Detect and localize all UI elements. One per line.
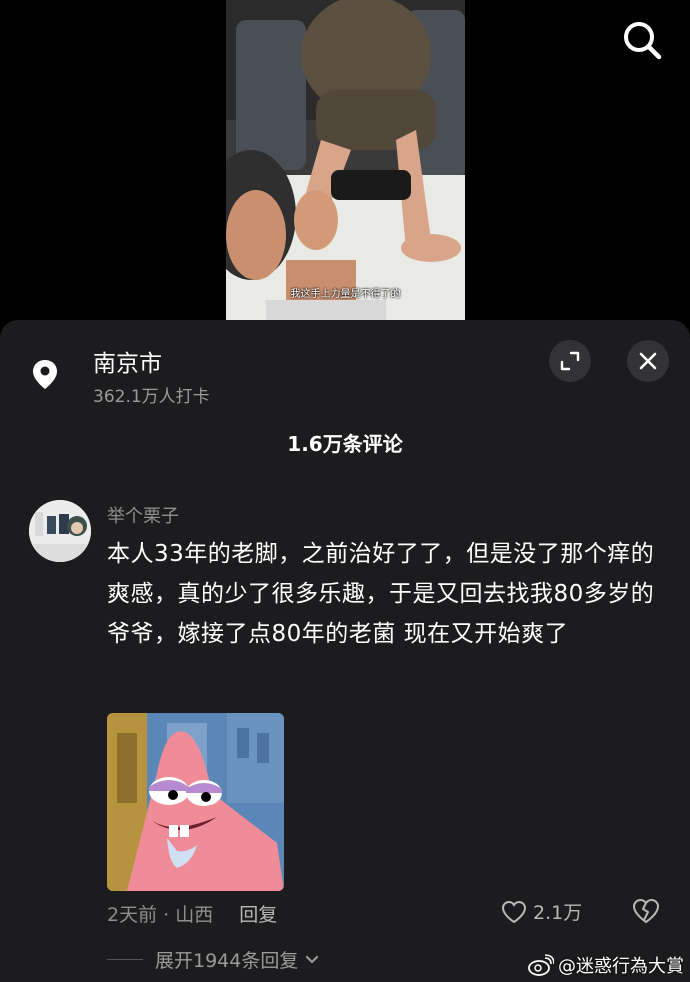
- dislike-button[interactable]: [632, 898, 660, 926]
- expand-divider: [107, 959, 143, 960]
- comment-count-title: 1.6万条评论: [287, 432, 403, 456]
- video-player[interactable]: 我这手上力量是不得了的: [226, 0, 465, 322]
- comment-meta: 2天前 · 山西 回复: [107, 900, 277, 927]
- watermark: @迷惑行為大賞: [528, 952, 684, 978]
- watermark-text: @迷惑行為大賞: [558, 956, 684, 977]
- comment-username[interactable]: 举个栗子: [107, 502, 179, 528]
- expand-replies-label: 展开1944条回复: [155, 950, 299, 972]
- search-button[interactable]: [620, 18, 664, 62]
- expand-icon: [560, 351, 580, 371]
- location-checkins: 362.1万人打卡: [93, 387, 210, 407]
- expand-button[interactable]: [549, 340, 591, 382]
- close-icon: [639, 352, 657, 370]
- heart-icon: [501, 900, 527, 923]
- video-area[interactable]: 我这手上力量是不得了的: [0, 0, 690, 330]
- avatar-image: [29, 500, 91, 562]
- weibo-logo-icon: [528, 954, 554, 976]
- video-subtitle: 我这手上力量是不得了的: [290, 289, 401, 300]
- broken-heart-icon: [632, 898, 660, 924]
- like-button[interactable]: 2.1万: [501, 898, 582, 925]
- location-city[interactable]: 南京市: [93, 344, 162, 378]
- chevron-down-icon: [306, 955, 319, 963]
- expand-replies-button[interactable]: 展开1944条回复: [107, 946, 320, 973]
- comments-sheet: 南京市 362.1万人打卡 1.6万条评论 举个栗子 本人33年的老脚，之前治好…: [0, 320, 690, 982]
- comment-time-location: 2天前 · 山西: [107, 904, 214, 926]
- close-button[interactable]: [627, 340, 669, 382]
- avatar[interactable]: [29, 500, 91, 562]
- like-count: 2.1万: [533, 902, 583, 924]
- patrick-sticker: [107, 713, 284, 891]
- search-icon: [624, 22, 662, 60]
- comment-sticker-image[interactable]: [107, 713, 284, 891]
- comment-text: 本人33年的老脚，之前治好了了，但是没了那个痒的爽感，真的少了很多乐趣，于是又回…: [107, 541, 655, 647]
- reply-button[interactable]: 回复: [239, 900, 277, 927]
- location-pin-icon: [33, 360, 57, 389]
- video-frame-image: [226, 0, 465, 322]
